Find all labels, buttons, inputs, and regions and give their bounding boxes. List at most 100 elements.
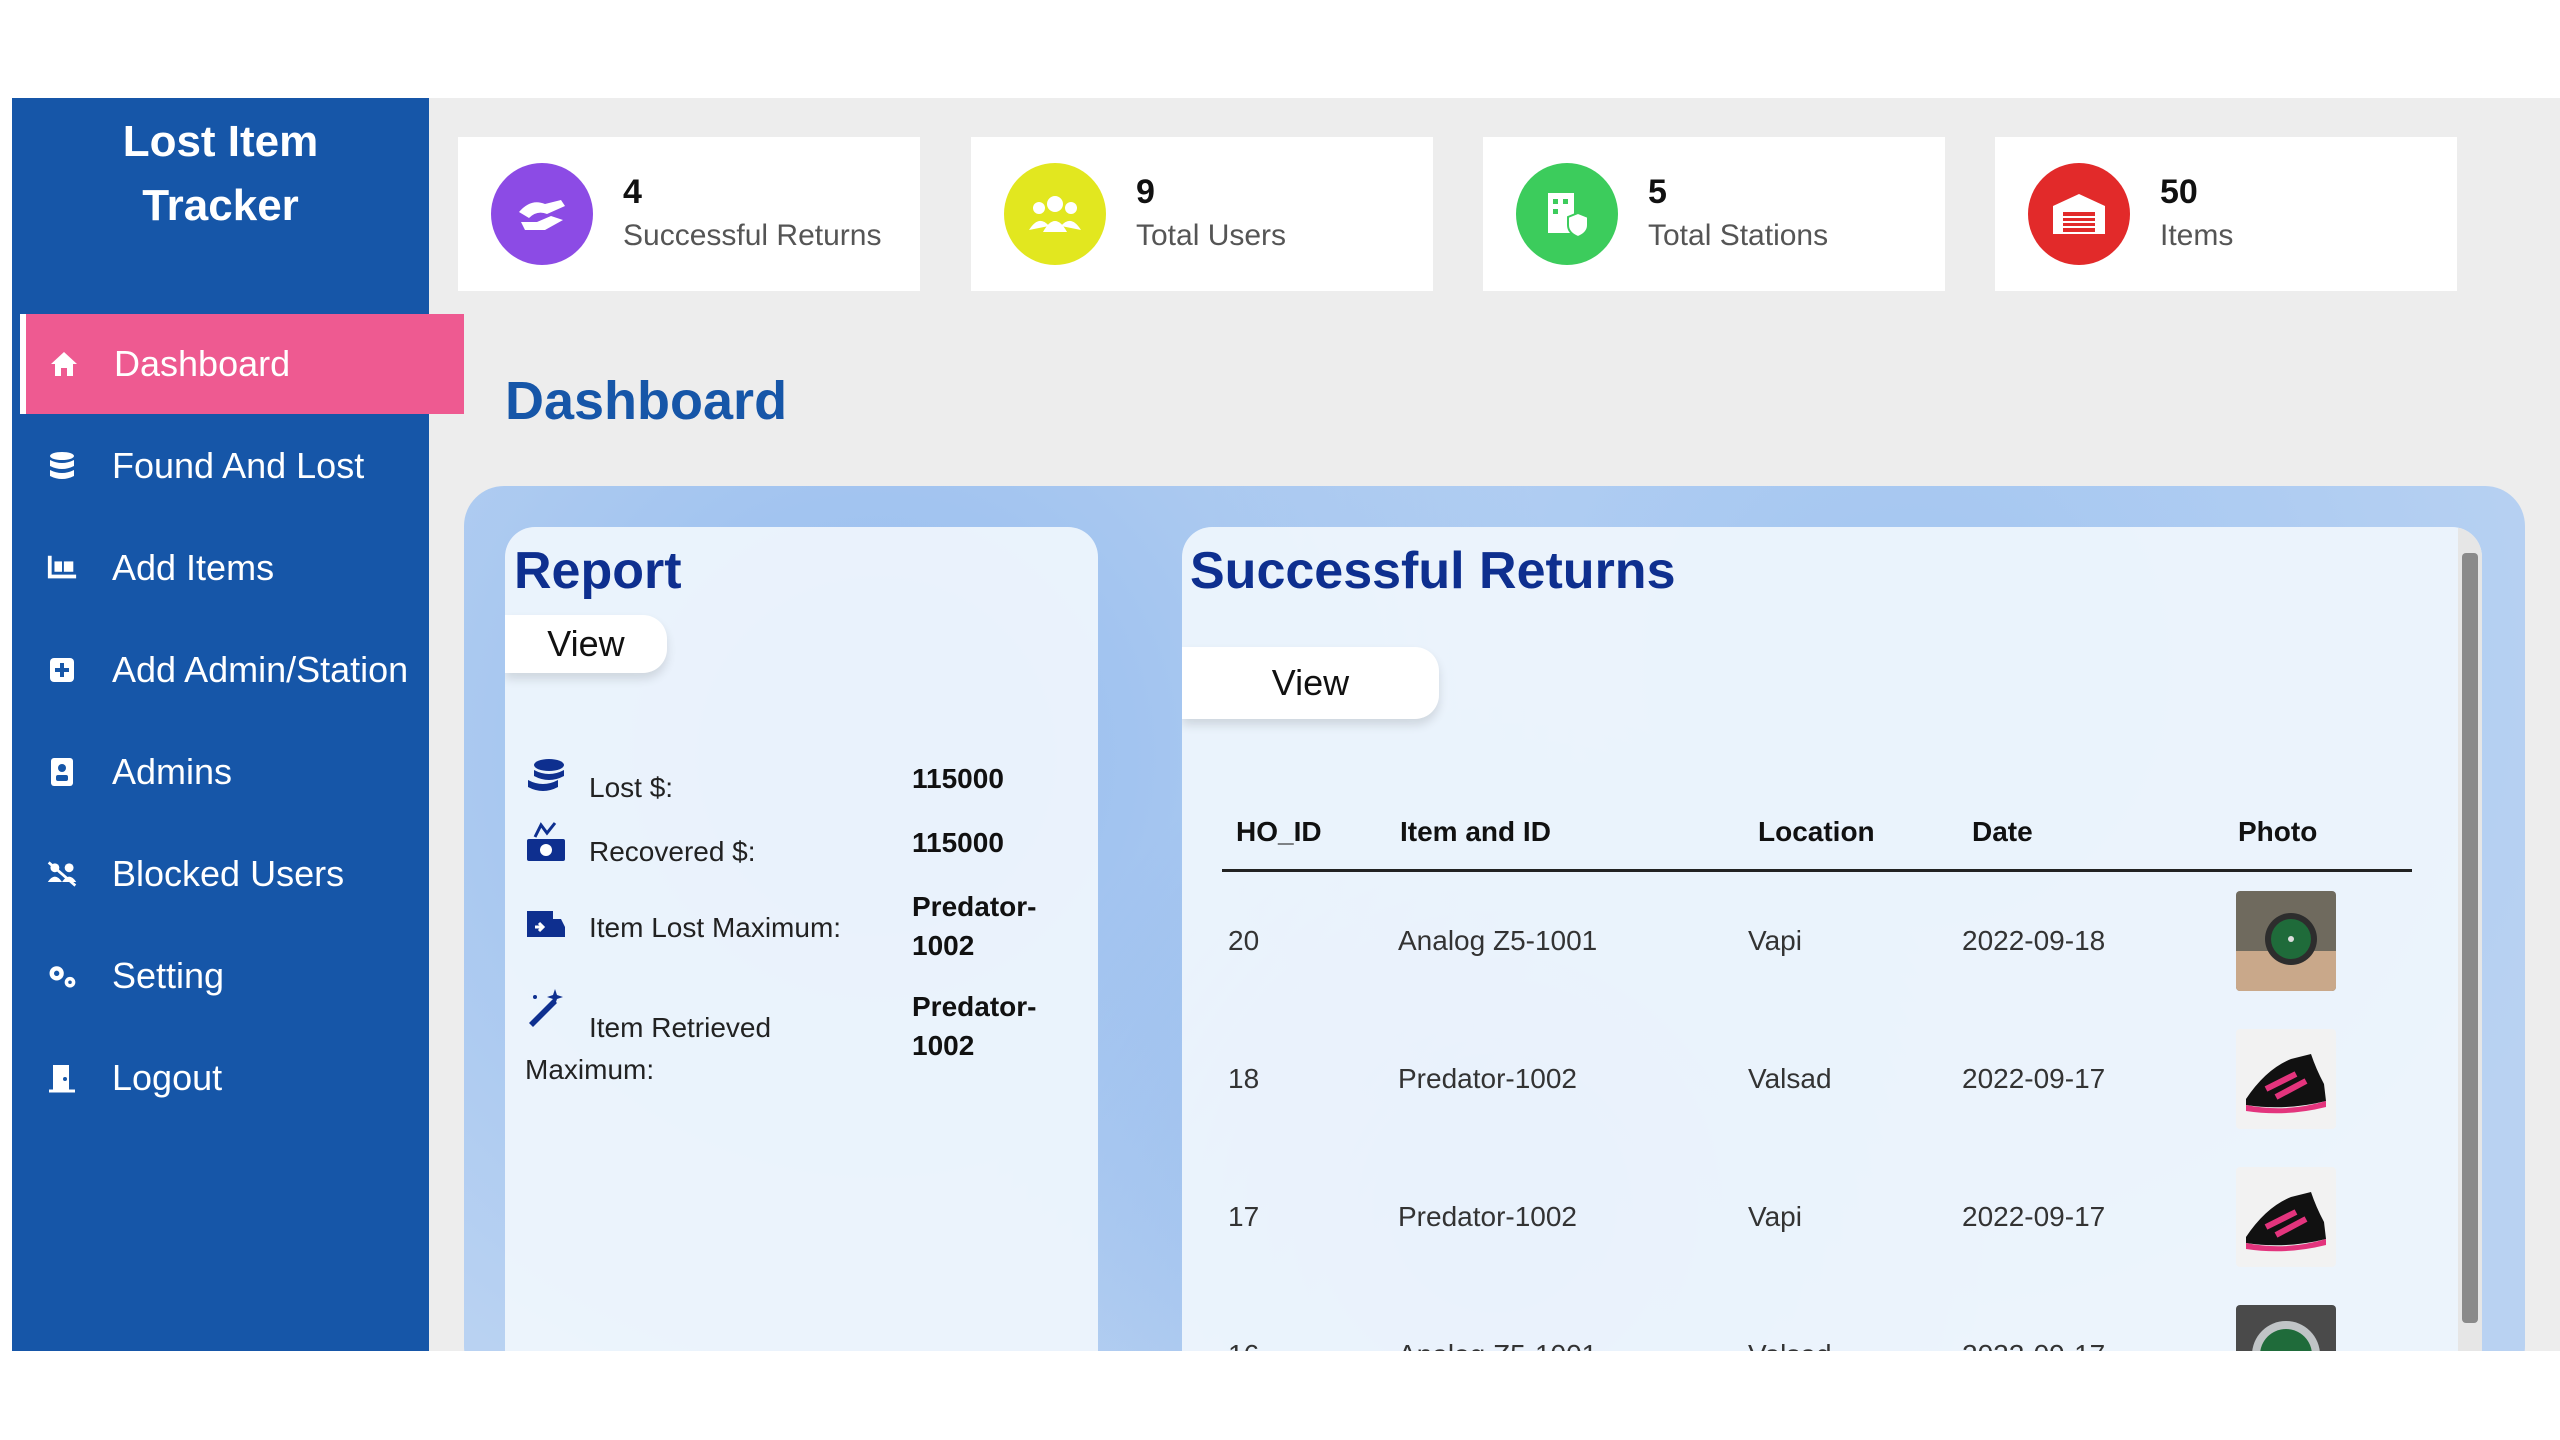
- stat-value: 9: [1136, 173, 1155, 211]
- sidebar-item-label: Found And Lost: [112, 445, 365, 486]
- sidebar-item-label: Blocked Users: [112, 853, 345, 894]
- report-label: Item Retrieved Maximum:: [525, 1012, 772, 1085]
- sidebar-item-label: Logout: [112, 1057, 223, 1098]
- report-card: Report View Lost $: 115000 Recovered $: …: [505, 527, 1098, 1351]
- building-shield-icon: [1516, 163, 1618, 265]
- watch-photo[interactable]: [2236, 1305, 2336, 1351]
- app-window: Lost Item Tracker Dashboard Found And Lo…: [12, 98, 2560, 1351]
- report-value: 115000: [912, 827, 1004, 858]
- sidebar-item-found-and-lost[interactable]: Found And Lost: [20, 416, 450, 516]
- stat-card-items[interactable]: 50 Items: [1995, 137, 2457, 291]
- sidebar-item-label: Setting: [112, 955, 225, 996]
- report-value: Predator-1002: [912, 891, 1037, 961]
- report-label: Item Lost Maximum:: [589, 912, 842, 943]
- main-panel: Report View Lost $: 115000 Recovered $: …: [464, 486, 2525, 1351]
- report-row-item-lost-max: Item Lost Maximum: Predator-1002: [525, 887, 1065, 967]
- cell-date: 2022-09-18: [1962, 925, 2106, 956]
- dolly-icon: [46, 552, 78, 584]
- sidebar-item-dashboard[interactable]: Dashboard: [20, 314, 464, 414]
- sidebar-item-admins[interactable]: Admins: [20, 722, 450, 822]
- cell-photo: [2224, 871, 2412, 1011]
- plus-square-icon: [46, 654, 78, 686]
- id-card-icon: [46, 756, 78, 788]
- cell-location: Valsad: [1748, 1063, 1832, 1094]
- stat-card-total-stations[interactable]: 5 Total Stations: [1483, 137, 1945, 291]
- returns-card: Successful Returns View HO_ID Item and I…: [1182, 527, 2482, 1351]
- stat-label: Total Stations: [1648, 219, 1829, 252]
- sidebar-item-label: Dashboard: [114, 343, 291, 384]
- returns-table: HO_ID Item and ID Location Date Photo 20…: [1222, 795, 2412, 1351]
- sidebar-item-add-admin-station[interactable]: Add Admin/Station: [20, 620, 450, 720]
- report-label: Recovered $:: [589, 836, 756, 867]
- cell-ho-id: 16: [1222, 1286, 1386, 1351]
- database-icon: [46, 450, 78, 482]
- sidebar-item-logout[interactable]: Logout: [20, 1028, 450, 1128]
- stat-label: Total Users: [1136, 219, 1287, 252]
- brand-line-2: Tracker: [142, 181, 299, 230]
- column-header-location: Location: [1744, 795, 1958, 872]
- table-row[interactable]: 20 Analog Z5-1001 Vapi 2022-09-18: [1222, 871, 2412, 1011]
- brand-title: Lost Item Tracker: [12, 110, 429, 238]
- table-row[interactable]: 16 Analog Z5-1001 Valsad 2022-09-17: [1222, 1286, 2412, 1351]
- cell-ho-id: 17: [1228, 1201, 1260, 1232]
- cell-date: 2022-09-17: [1958, 1286, 2224, 1351]
- watch-photo[interactable]: [2236, 891, 2336, 991]
- cell-ho-id: 18: [1228, 1063, 1260, 1094]
- returns-view-button[interactable]: View: [1182, 647, 1439, 719]
- handshake-icon: [491, 163, 593, 265]
- returns-scrollbar[interactable]: [2458, 527, 2482, 1351]
- door-icon: [46, 1062, 78, 1094]
- sidebar: Lost Item Tracker Dashboard Found And Lo…: [12, 98, 464, 1351]
- shoe-photo[interactable]: [2236, 1167, 2336, 1267]
- truck-arrow-icon: [527, 911, 565, 937]
- sidebar-item-label: Add Items: [112, 547, 275, 588]
- column-header-photo: Photo: [2224, 795, 2412, 872]
- column-header-ho-id: HO_ID: [1222, 795, 1386, 872]
- sidebar-item-label: Add Admin/Station: [112, 649, 409, 690]
- cell-date: 2022-09-17: [1962, 1063, 2106, 1094]
- cell-item: Analog Z5-1001: [1386, 1286, 1744, 1351]
- sidebar-item-label: Admins: [112, 751, 233, 792]
- report-row-lost: Lost $: 115000: [525, 757, 1065, 803]
- report-row-recovered: Recovered $: 115000: [525, 821, 1065, 867]
- report-view-button[interactable]: View: [505, 615, 667, 673]
- report-value: Predator-1002: [912, 991, 1037, 1061]
- warehouse-icon: [2028, 163, 2130, 265]
- stat-value: 50: [2160, 173, 2198, 211]
- table-row[interactable]: 18 Predator-1002 Valsad 2022-09-17: [1222, 1010, 2412, 1148]
- cell-photo: [2224, 1286, 2412, 1351]
- money-bill-icon: [527, 822, 565, 861]
- column-header-date: Date: [1958, 795, 2224, 872]
- scrollbar-thumb[interactable]: [2462, 553, 2478, 1323]
- cell-photo: [2224, 1010, 2412, 1148]
- sidebar-item-setting[interactable]: Setting: [20, 926, 450, 1026]
- stat-label: Items: [2160, 219, 2234, 252]
- report-title: Report: [514, 542, 682, 600]
- shoe-photo[interactable]: [2236, 1029, 2336, 1129]
- report-row-item-retrieved-max: Item Retrieved Maximum: Predator-1002: [525, 987, 1065, 1085]
- coins-icon: [528, 759, 564, 791]
- sidebar-item-blocked-users[interactable]: Blocked Users: [20, 824, 450, 924]
- users-slash-icon: [46, 858, 78, 890]
- brand-line-1: Lost Item: [122, 117, 319, 166]
- home-icon: [48, 348, 80, 380]
- stat-card-total-users[interactable]: 9 Total Users: [971, 137, 1433, 291]
- stat-card-successful-returns[interactable]: 4 Successful Returns: [458, 137, 920, 291]
- cell-location: Vapi: [1748, 1201, 1802, 1232]
- cell-location: Valsad: [1744, 1286, 1958, 1351]
- cell-item: Predator-1002: [1398, 1201, 1578, 1232]
- report-label: Lost $:: [589, 772, 674, 803]
- cell-photo: [2224, 1148, 2412, 1286]
- gears-icon: [46, 960, 78, 992]
- cell-date: 2022-09-17: [1962, 1201, 2106, 1232]
- cell-ho-id: 20: [1228, 925, 1260, 956]
- stat-value: 4: [623, 173, 642, 211]
- column-header-item: Item and ID: [1386, 795, 1744, 872]
- stat-label: Successful Returns: [623, 219, 882, 252]
- report-value: 115000: [912, 763, 1004, 794]
- sidebar-item-add-items[interactable]: Add Items: [20, 518, 450, 618]
- cell-location: Vapi: [1748, 925, 1802, 956]
- table-row[interactable]: 17 Predator-1002 Vapi 2022-09-17: [1222, 1148, 2412, 1286]
- page-title: Dashboard: [505, 371, 788, 431]
- users-icon: [1004, 163, 1106, 265]
